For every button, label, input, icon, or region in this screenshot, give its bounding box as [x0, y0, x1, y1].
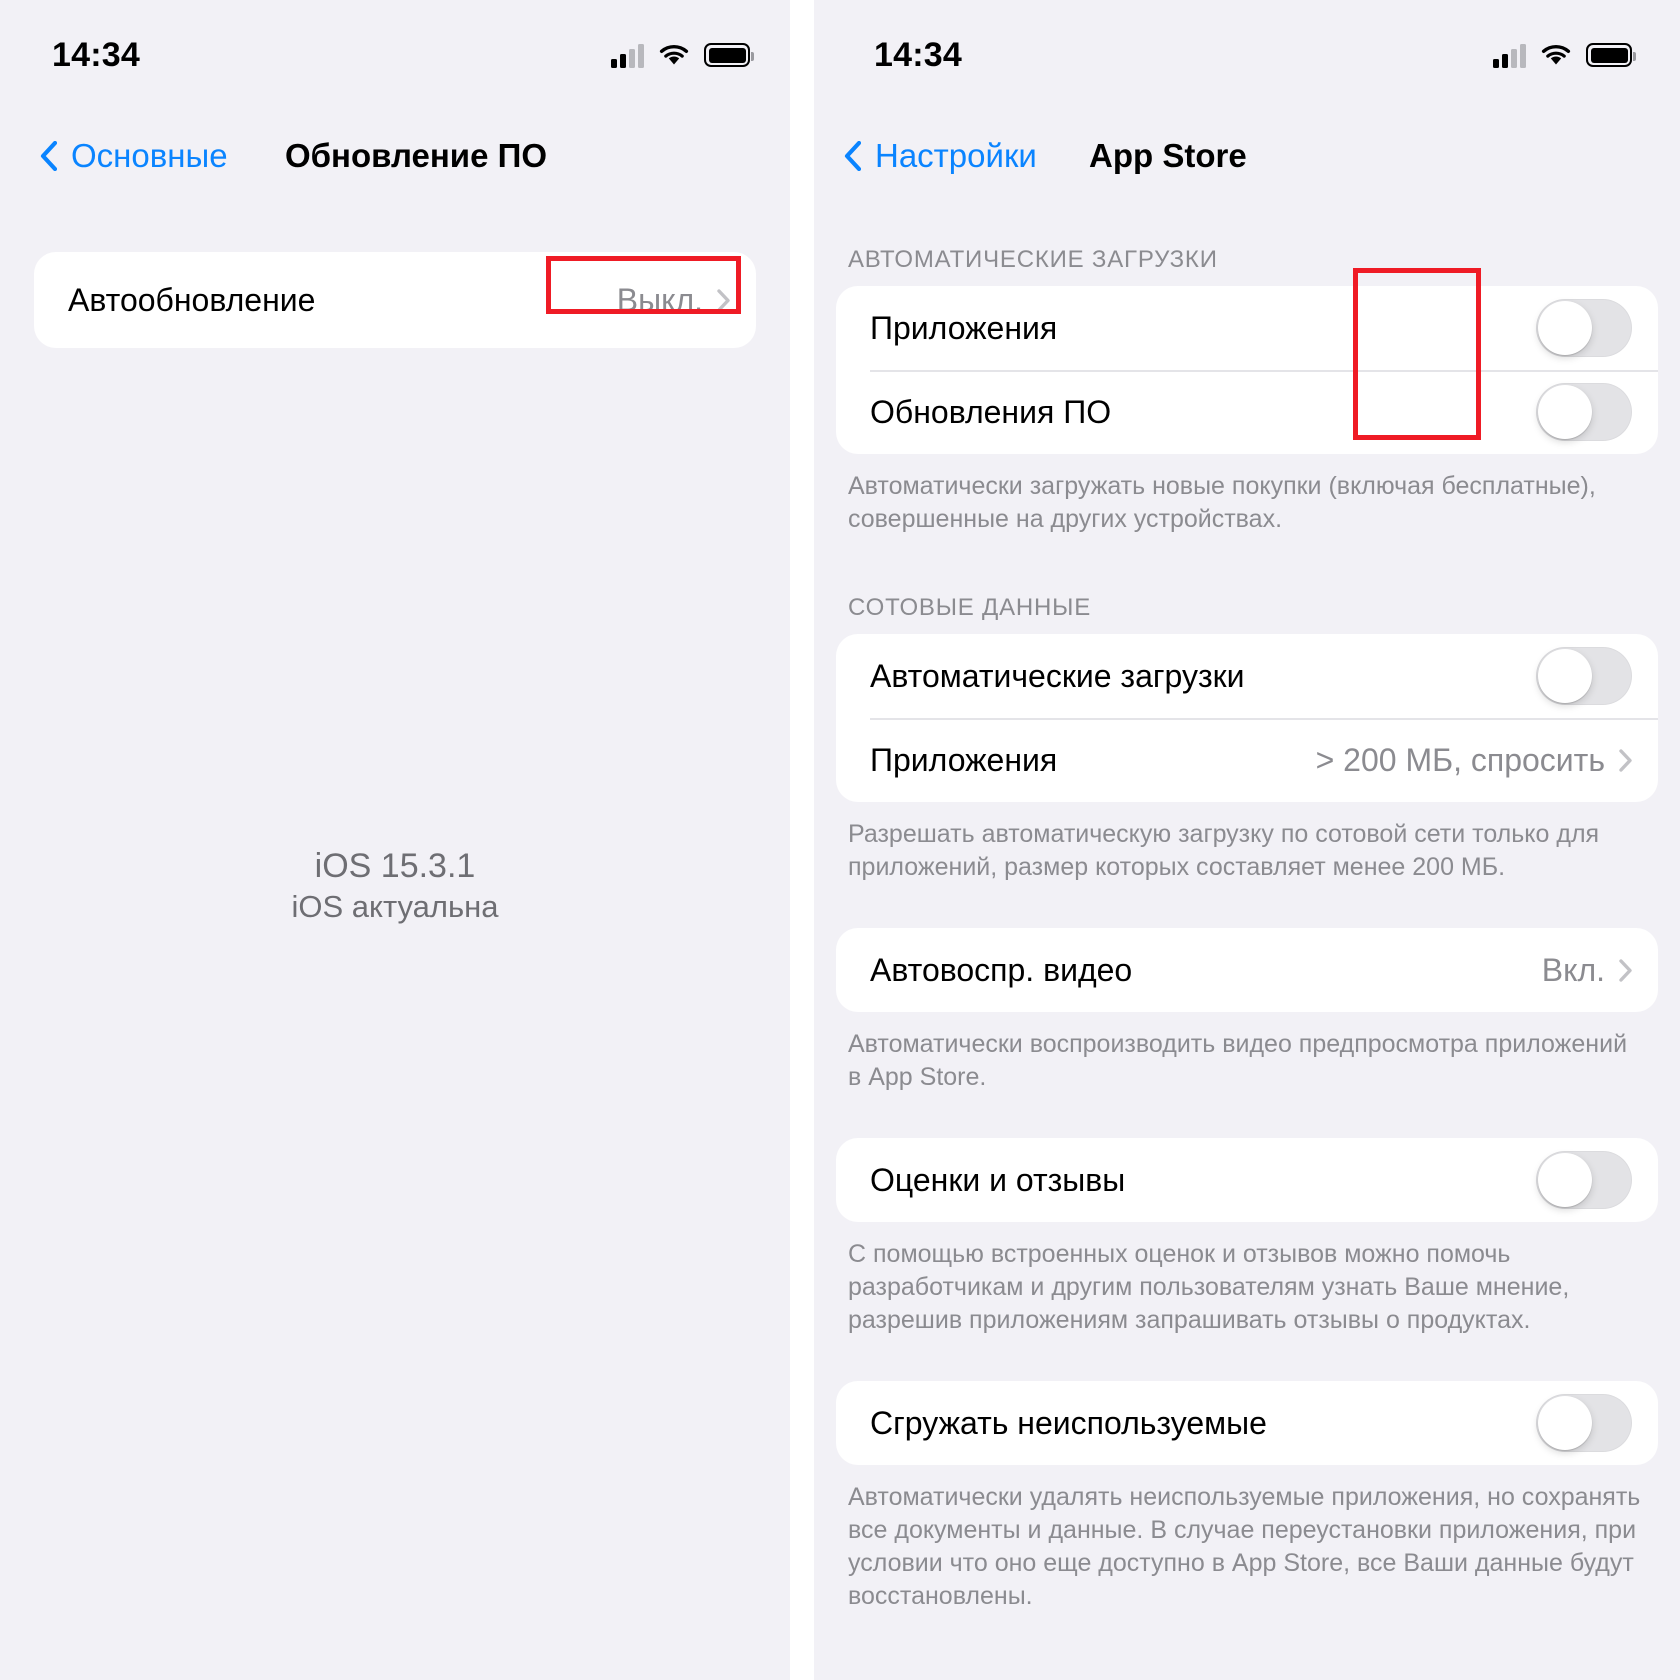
footnote-video-autoplay: Автоматически воспроизводить видео предп… — [848, 1030, 1628, 1091]
status-time: 14:34 — [52, 35, 140, 74]
status-indicators — [611, 42, 754, 68]
back-button-settings[interactable]: Настройки — [844, 137, 1037, 175]
card-automatic-downloads: Приложения Обновления ПО — [836, 286, 1658, 454]
wifi-icon — [657, 42, 691, 68]
wifi-icon — [1539, 42, 1573, 68]
row-ratings-reviews[interactable]: Оценки и отзывы — [836, 1138, 1658, 1222]
nav-bar-right: Настройки App Store — [814, 110, 1680, 202]
row-label-video-autoplay: Автовоспр. видео — [870, 951, 1133, 988]
section-header-automatic-downloads: АВТОМАТИЧЕСКИЕ ЗАГРУЗКИ — [848, 246, 1218, 273]
chevron-right-icon — [717, 288, 730, 312]
battery-full-icon — [704, 43, 754, 67]
toggle-software-updates-autodownload[interactable] — [1536, 383, 1632, 441]
chevron-right-icon — [1619, 958, 1632, 982]
row-value-cellular-apps: > 200 МБ, спросить — [1315, 741, 1605, 778]
card-ratings-reviews: Оценки и отзывы — [836, 1138, 1658, 1222]
toggle-knob — [1538, 1153, 1592, 1207]
back-button-general[interactable]: Основные — [40, 137, 228, 175]
cellular-signal-icon — [1493, 42, 1526, 68]
ios-version-status: iOS актуальна — [291, 888, 499, 924]
section-header-cellular-data: СОТОВЫЕ ДАННЫЕ — [848, 594, 1092, 621]
status-bar-left: 14:34 — [0, 0, 790, 110]
row-cellular-autodownloads[interactable]: Автоматические загрузки — [836, 634, 1658, 718]
row-cellular-apps[interactable]: Приложения > 200 МБ, спросить — [836, 718, 1658, 802]
row-label-offload-unused-apps: Сгружать неиспользуемые — [870, 1404, 1267, 1441]
toggle-apps-autodownload[interactable] — [1536, 299, 1632, 357]
auto-update-card: Автообновление Выкл. — [34, 252, 756, 348]
footnote-offload-unused-apps: Автоматически удалять неиспользуемые при… — [848, 1483, 1641, 1610]
back-button-label: Основные — [71, 137, 228, 174]
footnote-cellular-data: Разрешать автоматическую загрузку по сот… — [848, 820, 1600, 881]
card-cellular-data: Автоматические загрузки Приложения > 200… — [836, 634, 1658, 802]
toggle-offload-unused-apps[interactable] — [1536, 1394, 1632, 1452]
status-bar-right: 14:34 — [814, 0, 1680, 110]
screen-divider — [790, 0, 814, 1680]
toggle-cellular-autodownloads[interactable] — [1536, 647, 1632, 705]
back-button-label: Настройки — [875, 137, 1037, 174]
toggle-knob — [1538, 385, 1592, 439]
toggle-knob — [1538, 1396, 1592, 1450]
row-label-cellular-apps: Приложения — [870, 741, 1058, 778]
battery-full-icon — [1586, 43, 1636, 67]
row-label-apps: Приложения — [870, 309, 1058, 346]
row-label-cellular-autodownloads: Автоматические загрузки — [870, 657, 1245, 694]
row-auto-update[interactable]: Автообновление Выкл. — [34, 252, 756, 348]
row-video-autoplay[interactable]: Автовоспр. видео Вкл. — [836, 928, 1658, 1012]
row-value-video-autoplay: Вкл. — [1541, 951, 1605, 988]
row-value-auto-update: Выкл. — [616, 281, 703, 318]
chevron-left-icon — [40, 140, 58, 172]
footnote-automatic-downloads: Автоматически загружать новые покупки (в… — [848, 472, 1596, 533]
software-update-screen: 14:34 Основные Обновление ПО Автообновле… — [0, 0, 790, 1680]
status-time: 14:34 — [874, 35, 962, 74]
row-offload-unused-apps[interactable]: Сгружать неиспользуемые — [836, 1381, 1658, 1465]
card-offload-unused-apps: Сгружать неиспользуемые — [836, 1381, 1658, 1465]
ios-version: iOS 15.3.1 — [314, 847, 476, 885]
toggle-ratings-reviews[interactable] — [1536, 1151, 1632, 1209]
row-label-auto-update: Автообновление — [68, 281, 316, 318]
toggle-knob — [1538, 649, 1592, 703]
chevron-right-icon — [1619, 748, 1632, 772]
row-label-ratings-reviews: Оценки и отзывы — [870, 1161, 1126, 1198]
nav-bar-left: Основные Обновление ПО — [0, 110, 790, 202]
footnote-ratings-reviews: С помощью встроенных оценок и отзывов мо… — [848, 1240, 1570, 1334]
app-store-settings-screen: 14:34 Настройки App Store АВТОМАТИЧЕСКИЕ… — [814, 0, 1680, 1680]
status-indicators — [1493, 42, 1636, 68]
cellular-signal-icon — [611, 42, 644, 68]
row-label-software-updates: Обновления ПО — [870, 393, 1112, 430]
toggle-knob — [1538, 301, 1592, 355]
row-software-updates-autodownload[interactable]: Обновления ПО — [836, 370, 1658, 454]
dual-screenshot-container: 14:34 Основные Обновление ПО Автообновле… — [0, 0, 1680, 1680]
row-apps-autodownload[interactable]: Приложения — [836, 286, 1658, 370]
chevron-left-icon — [844, 140, 862, 172]
card-video-autoplay: Автовоспр. видео Вкл. — [836, 928, 1658, 1012]
ios-version-block: iOS 15.3.1 iOS актуальна — [0, 845, 790, 926]
